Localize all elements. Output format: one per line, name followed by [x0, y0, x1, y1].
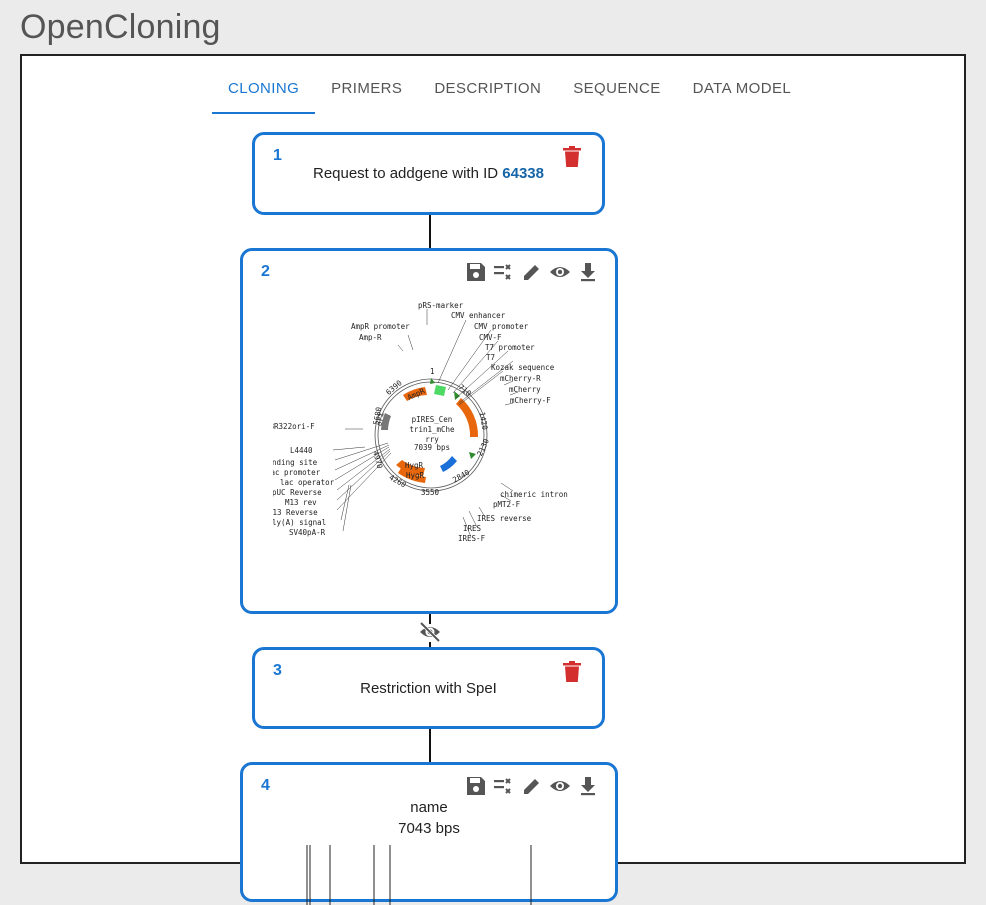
node-number: 4: [261, 777, 270, 794]
feature-label: Kozak sequence: [491, 363, 555, 372]
source-node-1[interactable]: 1 Request to addgene with ID 64338: [252, 132, 605, 215]
tick-label: 2130: [475, 437, 491, 458]
ring-label-hygr-1: HygR: [405, 461, 424, 470]
source-node-3[interactable]: 3 Restriction with SpeI: [252, 647, 605, 729]
trash-icon[interactable]: [562, 660, 582, 684]
feature-label: mCherry: [509, 385, 541, 394]
feature-label: T7 promoter: [485, 343, 535, 352]
feature-label: pBR322ori-F: [273, 422, 315, 431]
node-number: 1: [273, 147, 282, 164]
feature-label: pMT2-F: [493, 500, 521, 509]
plasmid-name-line: trin1_mChe: [409, 425, 455, 434]
plasmid-name-line: pIRES_Cen: [412, 415, 453, 424]
feature-label: SV40pA-R: [289, 528, 326, 537]
feature-label: L4440: [290, 446, 313, 455]
connector-line: [429, 729, 431, 763]
tick-label: 1: [430, 367, 435, 376]
node-description: Request to addgene with ID 64338: [255, 165, 602, 182]
plasmid-map[interactable]: AmpR ori HygR HygR 1 710 1420 2130 2840 …: [273, 295, 593, 595]
feature-cmv: [434, 385, 446, 396]
feature-label: IRES-F: [458, 534, 486, 543]
tab-primers[interactable]: PRIMERS: [315, 74, 418, 110]
cloning-panel: CLONING PRIMERS DESCRIPTION SEQUENCE DAT…: [20, 54, 966, 905]
feature-label: T7: [486, 353, 495, 362]
feature-label: l/pUC Reverse: [273, 488, 322, 497]
node-number: 2: [261, 263, 270, 280]
feature-label: poly(A) signal: [273, 518, 326, 527]
feature-label: IRES: [463, 524, 482, 533]
feature-label: mCherry-R: [500, 374, 541, 383]
ring-label-hygr-2: HygR: [406, 471, 425, 480]
node-number: 3: [273, 662, 282, 679]
tab-data-model[interactable]: DATA MODEL: [677, 74, 807, 110]
tab-sequence[interactable]: SEQUENCE: [557, 74, 676, 110]
tick-label: 6390: [384, 378, 404, 397]
feature-ires: [440, 456, 457, 472]
sequence-node-2[interactable]: 2 AmpR ori HygR HygR 1 710 1420 2130 284…: [240, 248, 618, 614]
tick-label: 1420: [478, 411, 490, 431]
select-icon[interactable]: [493, 261, 515, 283]
feature-label: CMV promoter: [474, 322, 529, 331]
select-icon[interactable]: [493, 775, 515, 797]
save-icon[interactable]: [465, 261, 487, 283]
feature-label: M13 rev: [285, 498, 317, 507]
tick-label: 3550: [421, 488, 440, 497]
node-description: Restriction with SpeI: [360, 680, 497, 697]
sequence-size: 7043 bps: [398, 820, 460, 837]
app-title: OpenCloning: [20, 8, 221, 46]
feature-mcherry: [456, 398, 479, 437]
feature-label: CMV enhancer: [451, 311, 506, 320]
sequence-toolbar: [465, 261, 599, 283]
feature-label: IRES reverse: [477, 514, 532, 523]
feature-label: chimeric intron: [500, 490, 568, 499]
feature-label: AmpR promoter: [351, 322, 410, 331]
node-text: Request to addgene with ID: [312, 165, 503, 182]
linear-map[interactable]: [283, 845, 583, 905]
eye-icon[interactable]: [549, 775, 571, 797]
save-icon[interactable]: [465, 775, 487, 797]
eye-icon[interactable]: [549, 261, 571, 283]
connector-line: [429, 215, 431, 249]
sequence-node-4[interactable]: 4 name 7043 bps: [240, 762, 618, 905]
feature-label: pRS-marker: [418, 301, 464, 310]
addgene-id[interactable]: 64338: [502, 165, 544, 182]
sequence-toolbar: [465, 775, 599, 797]
tab-description[interactable]: DESCRIPTION: [418, 74, 557, 110]
feature-label: binding site: [273, 458, 318, 467]
feature-label: lac operator: [280, 478, 335, 487]
eye-off-icon[interactable]: [418, 620, 442, 644]
trash-icon[interactable]: [562, 145, 582, 169]
sequence-name: name: [410, 799, 448, 816]
feature-label: CMV-F: [479, 333, 502, 342]
feature-label: mCherry-F: [510, 396, 551, 405]
feature-label: M13 Reverse: [273, 508, 318, 517]
edit-icon[interactable]: [521, 261, 543, 283]
edit-icon[interactable]: [521, 775, 543, 797]
plasmid-size: 7039 bps: [414, 443, 450, 452]
feature-label: lac promoter: [273, 468, 321, 477]
tab-cloning[interactable]: CLONING: [212, 74, 316, 114]
download-icon[interactable]: [577, 261, 599, 283]
tab-bar: CLONING PRIMERS DESCRIPTION SEQUENCE DAT…: [212, 74, 807, 114]
feature-label: Amp-R: [359, 333, 382, 342]
download-icon[interactable]: [577, 775, 599, 797]
